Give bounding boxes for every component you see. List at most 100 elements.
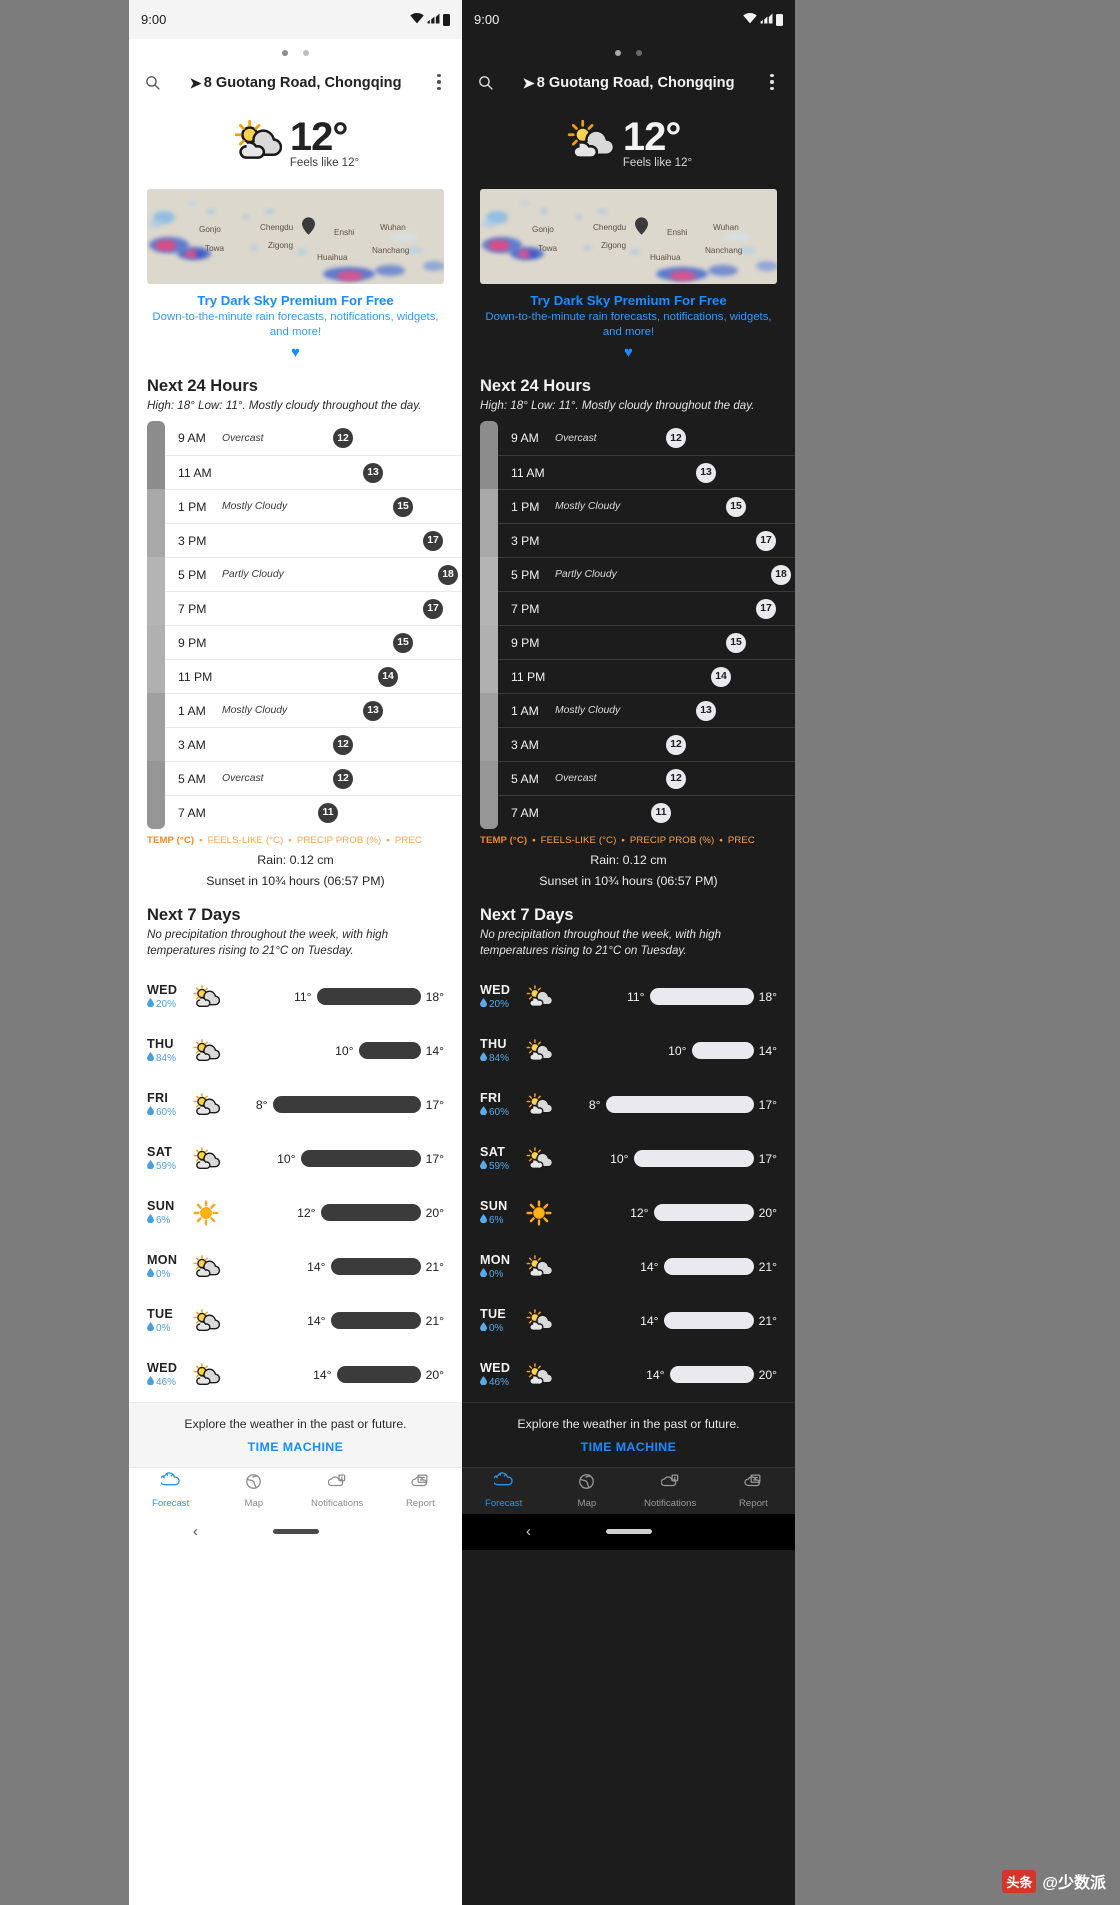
sun-behind-cloud-icon xyxy=(522,1361,556,1389)
daily-row[interactable]: MON 0% 14° 21° xyxy=(147,1240,444,1294)
home-pill[interactable] xyxy=(272,1529,319,1535)
daily-row[interactable]: WED 46% 14° 20° xyxy=(147,1348,444,1402)
hourly-row[interactable]: 3 PM 17 xyxy=(165,523,462,557)
daily-precip-prob: 60% xyxy=(147,1106,189,1118)
hourly-row[interactable]: 9 AM Overcast 12 xyxy=(498,421,795,455)
hourly-row[interactable]: 1 PM Mostly Cloudy 15 xyxy=(498,489,795,523)
daily-row[interactable]: SUN 6% 12° 20° xyxy=(480,1186,777,1240)
hourly-row[interactable]: 9 PM 15 xyxy=(165,625,462,659)
daily-range-bar xyxy=(300,1150,421,1168)
legend-item-precip[interactable]: PREC xyxy=(728,835,755,846)
nav-item-forecast[interactable]: Forecast xyxy=(462,1472,545,1509)
nav-item-report[interactable]: Report xyxy=(712,1472,795,1509)
time-machine-button[interactable]: TIME MACHINE xyxy=(129,1440,462,1454)
page-title[interactable]: ➤ 8 Guotang Road, Chongqing xyxy=(166,74,425,91)
more-vertical-icon[interactable] xyxy=(425,68,453,96)
hourly-row[interactable]: 5 PM Partly Cloudy 18 xyxy=(165,557,462,591)
page-dot-2[interactable] xyxy=(303,50,309,56)
radar-blob xyxy=(630,249,640,255)
status-bar-indicators xyxy=(410,12,450,27)
hourly-row[interactable]: 1 AM Mostly Cloudy 13 xyxy=(165,693,462,727)
legend-item-precip[interactable]: PREC xyxy=(395,835,422,846)
legend-item-temp[interactable]: TEMP (°C) xyxy=(480,835,527,846)
daily-row[interactable]: FRI 60% 8° 17° xyxy=(480,1078,777,1132)
daily-row[interactable]: THU 84% 10° 14° xyxy=(480,1024,777,1078)
premium-promo[interactable]: Try Dark Sky Premium For Free Down-to-th… xyxy=(129,284,462,365)
hourly-row[interactable]: 11 PM 14 xyxy=(165,659,462,693)
page-title[interactable]: ➤ 8 Guotang Road, Chongqing xyxy=(499,74,758,91)
more-vertical-icon[interactable] xyxy=(758,68,786,96)
legend-item-feels-like[interactable]: FEELS-LIKE (°C) xyxy=(208,835,284,846)
nav-item-forecast[interactable]: Forecast xyxy=(129,1472,212,1509)
water-drop-icon xyxy=(480,1322,487,1334)
nav-label: Map xyxy=(244,1498,264,1510)
legend-item-temp[interactable]: TEMP (°C) xyxy=(147,835,194,846)
daily-precip-prob: 0% xyxy=(147,1322,189,1334)
nav-item-notifications[interactable]: Notifications xyxy=(629,1472,712,1509)
nav-item-report[interactable]: Report xyxy=(379,1472,462,1509)
daily-row[interactable]: SAT 59% 10° 17° xyxy=(480,1132,777,1186)
promo-title[interactable]: Try Dark Sky Premium For Free xyxy=(145,293,446,308)
hourly-row[interactable]: 5 AM Overcast 12 xyxy=(165,761,462,795)
hour-time: 7 PM xyxy=(178,601,207,616)
hourly-row[interactable]: 9 PM 15 xyxy=(498,625,795,659)
nav-item-map[interactable]: Map xyxy=(545,1472,628,1509)
hourly-legend[interactable]: TEMP (°C) • FEELS-LIKE (°C) • PRECIP PROB (%… xyxy=(462,829,795,846)
hourly-row[interactable]: 11 AM 13 xyxy=(165,455,462,489)
search-icon[interactable] xyxy=(471,68,499,96)
time-machine-button[interactable]: TIME MACHINE xyxy=(462,1440,795,1454)
phone-light-theme: 9:00 ➤ 8 Guotang Road, Chongqing 12° Fee… xyxy=(129,0,462,1905)
hourly-row[interactable]: 7 AM 11 xyxy=(165,795,462,829)
hourly-row[interactable]: 5 PM Partly Cloudy 18 xyxy=(498,557,795,591)
daily-row[interactable]: SUN 6% 12° 20° xyxy=(147,1186,444,1240)
page-dot-1[interactable] xyxy=(615,50,621,56)
premium-promo[interactable]: Try Dark Sky Premium For Free Down-to-th… xyxy=(462,284,795,365)
hourly-row[interactable]: 9 AM Overcast 12 xyxy=(165,421,462,455)
promo-title[interactable]: Try Dark Sky Premium For Free xyxy=(478,293,779,308)
hourly-row[interactable]: 11 PM 14 xyxy=(498,659,795,693)
page-dot-2[interactable] xyxy=(636,50,642,56)
daily-row[interactable]: TUE 0% 14° 21° xyxy=(147,1294,444,1348)
radar-map[interactable]: Gonjo Chengdu Enshi Wuhan Zigong Towa Nanchang… xyxy=(480,189,777,284)
daily-range-bar xyxy=(663,1258,754,1276)
legend-item-feels-like[interactable]: FEELS-LIKE (°C) xyxy=(541,835,617,846)
hourly-row[interactable]: 3 PM 17 xyxy=(498,523,795,557)
daily-row[interactable]: MON 0% 14° 21° xyxy=(480,1240,777,1294)
hour-time: 7 AM xyxy=(511,805,539,820)
daily-day-block: THU 84% xyxy=(480,1037,522,1064)
radar-blob xyxy=(243,215,249,219)
home-pill[interactable] xyxy=(605,1529,652,1535)
page-indicator-dots[interactable] xyxy=(462,39,795,61)
hourly-legend[interactable]: TEMP (°C) • FEELS-LIKE (°C) • PRECIP PROB (%… xyxy=(129,829,462,846)
page-dot-1[interactable] xyxy=(282,50,288,56)
hourly-row[interactable]: 3 AM 12 xyxy=(498,727,795,761)
daily-row[interactable]: WED 20% 11° 18° xyxy=(480,970,777,1024)
app-bar: ➤ 8 Guotang Road, Chongqing xyxy=(129,61,462,103)
hourly-row[interactable]: 5 AM Overcast 12 xyxy=(498,761,795,795)
nav-item-map[interactable]: Map xyxy=(212,1472,295,1509)
daily-row[interactable]: WED 46% 14° 20° xyxy=(480,1348,777,1402)
bottom-navigation: Forecast Map Notifications Report xyxy=(129,1466,462,1514)
hourly-row[interactable]: 7 PM 17 xyxy=(498,591,795,625)
back-chevron-icon[interactable]: ‹ xyxy=(193,1523,198,1540)
legend-item-precip-prob[interactable]: PRECIP PROB (%) xyxy=(630,835,715,846)
daily-row[interactable]: SAT 59% 10° 17° xyxy=(147,1132,444,1186)
hourly-row[interactable]: 7 AM 11 xyxy=(498,795,795,829)
hourly-row[interactable]: 1 AM Mostly Cloudy 13 xyxy=(498,693,795,727)
hourly-row[interactable]: 7 PM 17 xyxy=(165,591,462,625)
legend-item-precip-prob[interactable]: PRECIP PROB (%) xyxy=(297,835,382,846)
nav-item-notifications[interactable]: Notifications xyxy=(296,1472,379,1509)
page-indicator-dots[interactable] xyxy=(129,39,462,61)
daily-row[interactable]: TUE 0% 14° 21° xyxy=(480,1294,777,1348)
hour-time: 3 AM xyxy=(178,737,206,752)
back-chevron-icon[interactable]: ‹ xyxy=(526,1523,531,1540)
search-icon[interactable] xyxy=(138,68,166,96)
hourly-row[interactable]: 1 PM Mostly Cloudy 15 xyxy=(165,489,462,523)
radar-map[interactable]: Gonjo Chengdu Enshi Wuhan Zigong Towa Nanchang… xyxy=(147,189,444,284)
next-24-hours-title: Next 24 Hours xyxy=(147,377,258,396)
daily-row[interactable]: WED 20% 11° 18° xyxy=(147,970,444,1024)
daily-row[interactable]: FRI 60% 8° 17° xyxy=(147,1078,444,1132)
daily-row[interactable]: THU 84% 10° 14° xyxy=(147,1024,444,1078)
hourly-row[interactable]: 3 AM 12 xyxy=(165,727,462,761)
hourly-row[interactable]: 11 AM 13 xyxy=(498,455,795,489)
